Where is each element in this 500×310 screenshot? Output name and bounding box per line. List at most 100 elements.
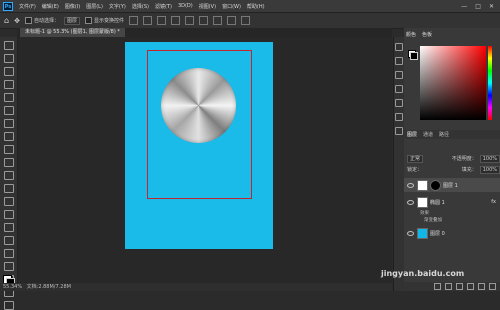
clone-stamp-icon[interactable] <box>3 145 14 154</box>
window-controls: — □ ✕ <box>461 3 494 10</box>
history-panel-icon[interactable] <box>395 43 403 51</box>
layer-row[interactable]: 椭圆 1 fx <box>404 195 500 209</box>
show-transform-label: 显示变换控件 <box>93 18 124 24</box>
maximize-button[interactable]: □ <box>475 3 481 10</box>
healing-brush-icon[interactable] <box>3 119 14 128</box>
layers-panel-footer <box>404 282 500 291</box>
more-tools-icon[interactable] <box>3 301 14 310</box>
new-group-icon[interactable] <box>467 283 474 290</box>
home-icon[interactable]: ⌂ <box>4 16 9 25</box>
zoom-level[interactable]: 55.34% <box>3 284 22 290</box>
visibility-eye-icon[interactable] <box>407 199 414 205</box>
fx-icon[interactable]: fx <box>491 199 496 205</box>
color-picker-field[interactable] <box>420 46 486 120</box>
menu-view[interactable]: 视图(V) <box>199 3 216 10</box>
distribute-2-icon[interactable] <box>227 16 236 25</box>
menu-type[interactable]: 文字(Y) <box>109 3 126 10</box>
auto-select-dropdown[interactable]: 图层 <box>63 16 80 25</box>
align-bottom-icon[interactable] <box>199 16 208 25</box>
add-mask-icon[interactable] <box>456 283 463 290</box>
align-top-icon[interactable] <box>171 16 180 25</box>
menu-file[interactable]: 文件(F) <box>19 3 36 10</box>
layer-thumbnail <box>417 227 428 239</box>
libraries-panel-icon[interactable] <box>395 85 403 93</box>
shape-tool-icon[interactable] <box>3 262 14 271</box>
blur-tool-icon[interactable] <box>3 197 14 206</box>
eraser-icon[interactable] <box>3 171 14 180</box>
new-layer-icon[interactable] <box>478 283 485 290</box>
hue-slider[interactable] <box>488 46 492 120</box>
layer-row[interactable]: 图层 1 <box>404 178 500 192</box>
panel-icon-strip <box>393 37 404 291</box>
visibility-eye-icon[interactable] <box>407 230 414 236</box>
3d-mode-icon[interactable] <box>241 16 250 25</box>
menu-filter[interactable]: 滤镜(T) <box>155 3 172 10</box>
distribute-icon[interactable] <box>213 16 222 25</box>
lasso-tool-icon[interactable] <box>3 67 14 76</box>
crop-tool-icon[interactable] <box>3 93 14 102</box>
watermark: jingyan.baidu.com <box>381 269 465 278</box>
adjustments-panel-icon[interactable] <box>395 71 403 79</box>
tab-color[interactable]: 颜色 <box>406 31 416 38</box>
blend-row: 正常 不透明度： 100% <box>404 154 500 163</box>
menu-image[interactable]: 图像(I) <box>65 3 80 10</box>
menu-layer[interactable]: 图层(L) <box>86 3 103 10</box>
history-brush-icon[interactable] <box>3 158 14 167</box>
auto-select-checkbox[interactable]: 自动选择： <box>24 17 59 24</box>
type-tool-icon[interactable] <box>3 236 14 245</box>
brush-tool-icon[interactable] <box>3 132 14 141</box>
delete-layer-icon[interactable] <box>489 283 496 290</box>
properties-panel-icon[interactable] <box>395 57 403 65</box>
minimize-button[interactable]: — <box>461 3 467 10</box>
menu-select[interactable]: 选择(S) <box>132 3 149 10</box>
layer-row[interactable]: 图层 0 <box>404 226 500 240</box>
move-tool-icon[interactable] <box>3 41 14 50</box>
blend-mode-select[interactable]: 正常 <box>407 154 424 163</box>
pen-tool-icon[interactable] <box>3 223 14 232</box>
tab-layers[interactable]: 图层 <box>407 131 417 138</box>
align-middle-icon[interactable] <box>185 16 194 25</box>
fill-input[interactable]: 100% <box>479 165 500 174</box>
add-style-icon[interactable] <box>445 283 452 290</box>
tab-paths[interactable]: 路径 <box>439 131 449 138</box>
color-panel-tabs: 颜色 色板 <box>406 31 432 38</box>
opacity-input[interactable]: 100% <box>479 154 500 163</box>
show-transform-checkbox[interactable]: 显示变换控件 <box>84 17 124 24</box>
menu-3d[interactable]: 3D(D) <box>178 3 193 9</box>
character-panel-icon[interactable] <box>395 113 403 121</box>
dodge-tool-icon[interactable] <box>3 210 14 219</box>
align-center-icon[interactable] <box>143 16 152 25</box>
effects-label: 效果 <box>420 211 429 216</box>
color-panel-background-swatch[interactable] <box>410 52 418 60</box>
eyedropper-icon[interactable] <box>3 106 14 115</box>
magic-wand-icon[interactable] <box>3 80 14 89</box>
tab-channels[interactable]: 通道 <box>423 131 433 138</box>
layer-name: 椭圆 1 <box>430 199 445 206</box>
photoshop-logo-icon: Ps <box>3 1 13 11</box>
align-right-icon[interactable] <box>157 16 166 25</box>
metal-disc-shape[interactable] <box>161 68 236 143</box>
gradient-tool-icon[interactable] <box>3 184 14 193</box>
effect-gradient-overlay[interactable]: 渐变叠加 <box>424 217 442 223</box>
visibility-eye-icon[interactable] <box>407 182 414 188</box>
menu-help[interactable]: 帮助(H) <box>247 3 265 10</box>
tab-swatches[interactable]: 色板 <box>422 31 432 38</box>
layer-mask-thumbnail[interactable] <box>430 179 441 191</box>
layer-thumbnail <box>417 196 428 208</box>
align-left-icon[interactable] <box>129 16 138 25</box>
menu-edit[interactable]: 编辑(E) <box>42 3 59 10</box>
status-bar: 55.34% 文档:2.88M/7.28M <box>0 283 392 291</box>
marquee-tool-icon[interactable] <box>3 54 14 63</box>
opacity-label: 不透明度： <box>451 156 477 162</box>
document-tab[interactable]: 未标题-1 @ 55.3% (图层1, 图层蒙版/8) * <box>20 28 125 37</box>
paragraph-panel-icon[interactable] <box>395 127 403 135</box>
layer-name: 图层 1 <box>443 182 458 189</box>
brush-panel-icon[interactable] <box>395 99 403 107</box>
move-tool-icon[interactable]: ✥ <box>14 17 20 25</box>
link-layers-icon[interactable] <box>434 283 441 290</box>
path-select-icon[interactable] <box>3 249 14 258</box>
document-size: 文档:2.88M/7.28M <box>26 284 71 290</box>
menu-window[interactable]: 窗口(W) <box>222 3 241 10</box>
menu-bar: Ps 文件(F) 编辑(E) 图像(I) 图层(L) 文字(Y) 选择(S) 滤… <box>0 0 500 12</box>
close-button[interactable]: ✕ <box>489 3 494 10</box>
